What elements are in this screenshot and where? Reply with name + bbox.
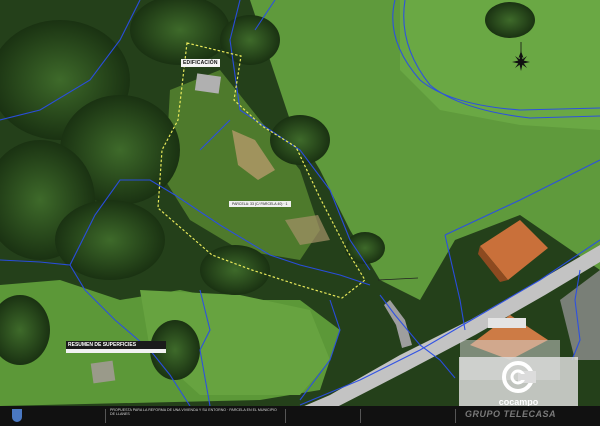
label-parcel: PARCELA: 33 (C/ PARCELA 40) · 1 bbox=[229, 201, 291, 207]
map-view[interactable]: EDIFICACIÓN PARCELA: 33 (C/ PARCELA 40) … bbox=[0, 0, 600, 426]
label-edificacion: EDIFICACIÓN bbox=[181, 59, 220, 67]
title-block: PROPUESTA PARA LA REFORMA DE UNA VIVIEND… bbox=[0, 406, 600, 426]
shed-building bbox=[90, 360, 116, 384]
label-resumen-superficies: RESUMEN DE SUPERFICIES bbox=[66, 341, 166, 353]
footer-brand: GRUPO TELECASA bbox=[465, 409, 557, 419]
building-roof-strip bbox=[488, 318, 526, 328]
edificacion-building bbox=[194, 73, 221, 94]
footer-title: PROPUESTA PARA LA REFORMA DE UNA VIVIEND… bbox=[110, 408, 277, 417]
municipal-shield-icon bbox=[12, 409, 22, 422]
